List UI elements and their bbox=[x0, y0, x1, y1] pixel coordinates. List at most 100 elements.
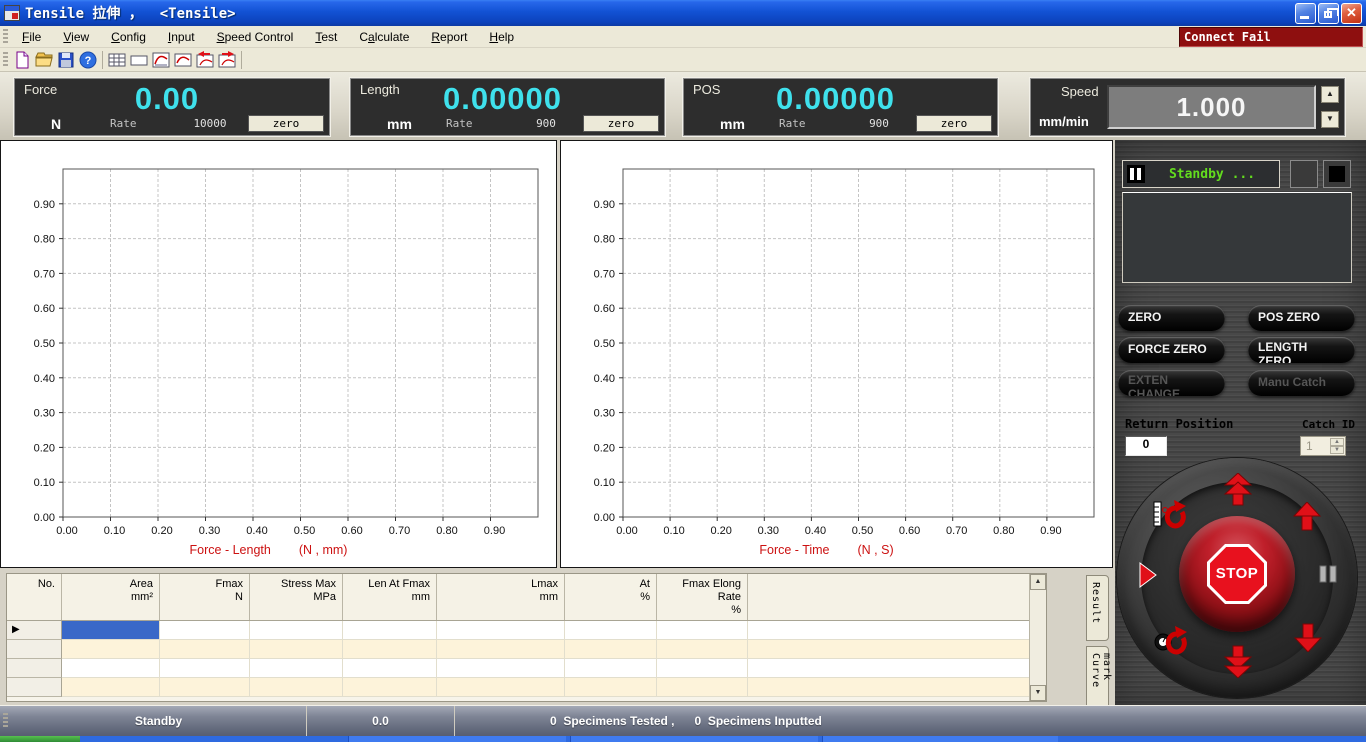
scroll-up-button[interactable]: ▲ bbox=[1030, 574, 1046, 590]
toolbar-grip[interactable] bbox=[3, 51, 8, 68]
pos-zero-button[interactable]: zero bbox=[916, 115, 992, 132]
message-area bbox=[1122, 192, 1352, 283]
length-zero-button[interactable]: zero bbox=[583, 115, 659, 132]
exten-change-button[interactable]: EXTEN CHANGE bbox=[1118, 370, 1225, 396]
row-header[interactable] bbox=[7, 659, 62, 678]
table-cell[interactable] bbox=[343, 678, 437, 697]
curve-prev-icon[interactable] bbox=[194, 49, 216, 71]
row-header[interactable]: ▶ bbox=[7, 621, 62, 640]
table-cell[interactable] bbox=[657, 621, 748, 640]
table-row bbox=[7, 659, 1046, 678]
table-cell[interactable] bbox=[62, 621, 160, 640]
results-scrollbar[interactable]: ▲ ▼ bbox=[1029, 574, 1046, 701]
table-cell[interactable] bbox=[343, 640, 437, 659]
catch-id-up-button[interactable]: ▲ bbox=[1330, 438, 1344, 446]
data-table-icon[interactable] bbox=[106, 49, 128, 71]
table-cell[interactable] bbox=[657, 659, 748, 678]
table-cell[interactable] bbox=[565, 640, 657, 659]
taskbar-item[interactable] bbox=[348, 736, 566, 742]
app-icon bbox=[4, 5, 20, 21]
table-cell[interactable] bbox=[343, 621, 437, 640]
menu-test[interactable]: Test bbox=[304, 27, 348, 47]
table-cell[interactable] bbox=[657, 678, 748, 697]
length-zero-button[interactable]: LENGTH ZERO bbox=[1248, 337, 1355, 363]
pause-right-icon[interactable] bbox=[1318, 565, 1340, 588]
table-cell[interactable] bbox=[160, 678, 250, 697]
speed-value-box[interactable]: 1.000 bbox=[1107, 85, 1316, 129]
table-cell[interactable] bbox=[343, 659, 437, 678]
menu-speed-control[interactable]: Speed Control bbox=[206, 27, 305, 47]
table-cell[interactable] bbox=[250, 678, 343, 697]
menu-calculate[interactable]: Calculate bbox=[348, 27, 420, 47]
run-left-button[interactable] bbox=[1137, 562, 1159, 593]
stop-indicator-box[interactable] bbox=[1323, 160, 1351, 188]
zero-button[interactable]: ZERO bbox=[1118, 305, 1225, 331]
catch-id-down-button[interactable]: ▼ bbox=[1330, 446, 1344, 454]
table-cell[interactable] bbox=[250, 640, 343, 659]
catch-id-value: 1 bbox=[1306, 439, 1313, 453]
return-position-input[interactable]: 0 bbox=[1125, 436, 1167, 456]
table-cell[interactable] bbox=[565, 678, 657, 697]
table-cell[interactable] bbox=[160, 640, 250, 659]
fast-up-button[interactable] bbox=[1222, 472, 1254, 514]
table-cell[interactable] bbox=[657, 640, 748, 659]
pos-zero-button[interactable]: POS ZERO bbox=[1248, 305, 1355, 331]
menu-report[interactable]: Report bbox=[420, 27, 478, 47]
table-cell[interactable] bbox=[62, 678, 160, 697]
table-cell[interactable] bbox=[437, 678, 565, 697]
close-button[interactable]: ✕ bbox=[1341, 3, 1362, 24]
up-button[interactable] bbox=[1292, 501, 1322, 537]
new-file-icon[interactable] bbox=[11, 49, 33, 71]
menu-help[interactable]: Help bbox=[478, 27, 525, 47]
table-cell[interactable] bbox=[160, 659, 250, 678]
menu-input[interactable]: Input bbox=[157, 27, 206, 47]
table-cell[interactable] bbox=[250, 621, 343, 640]
table-cell-filler[interactable] bbox=[748, 659, 1046, 678]
manu-catch-button[interactable]: Manu Catch bbox=[1248, 370, 1355, 396]
curve-next-icon[interactable] bbox=[216, 49, 238, 71]
table-cell[interactable] bbox=[565, 621, 657, 640]
open-file-icon[interactable] bbox=[33, 49, 55, 71]
menu-config[interactable]: Config bbox=[100, 27, 157, 47]
table-cell[interactable] bbox=[437, 621, 565, 640]
indicator-box[interactable] bbox=[1290, 160, 1318, 188]
start-button-edge[interactable] bbox=[0, 736, 80, 742]
taskbar-item[interactable] bbox=[822, 736, 1058, 742]
scroll-down-button[interactable]: ▼ bbox=[1030, 685, 1046, 701]
row-header[interactable] bbox=[7, 678, 62, 697]
minimize-button[interactable] bbox=[1295, 3, 1316, 24]
curve-small-icon[interactable] bbox=[172, 49, 194, 71]
table-cell[interactable] bbox=[437, 640, 565, 659]
length-return-button[interactable] bbox=[1151, 498, 1187, 535]
blank-report-icon[interactable] bbox=[128, 49, 150, 71]
force-zero-button[interactable]: FORCE ZERO bbox=[1118, 337, 1225, 363]
table-cell-filler[interactable] bbox=[748, 640, 1046, 659]
curve-view-icon[interactable] bbox=[150, 49, 172, 71]
help-icon[interactable]: ? bbox=[77, 49, 99, 71]
table-cell[interactable] bbox=[250, 659, 343, 678]
speed-increase-button[interactable]: ▲ bbox=[1321, 86, 1339, 103]
down-button[interactable] bbox=[1293, 622, 1323, 657]
restore-button[interactable] bbox=[1318, 3, 1339, 24]
column-header-len-at-fmax: Len At Fmax mm bbox=[343, 574, 437, 620]
table-cell[interactable] bbox=[160, 621, 250, 640]
force-zero-button[interactable]: zero bbox=[248, 115, 324, 132]
column-header-stress-max: Stress Max MPa bbox=[250, 574, 343, 620]
table-cell-filler[interactable] bbox=[748, 678, 1046, 697]
tab-result[interactable]: Result bbox=[1086, 575, 1109, 641]
save-file-icon[interactable] bbox=[55, 49, 77, 71]
menu-file[interactable]: File bbox=[11, 27, 52, 47]
table-cell[interactable] bbox=[565, 659, 657, 678]
menu-view[interactable]: View bbox=[52, 27, 100, 47]
table-cell-filler[interactable] bbox=[748, 621, 1046, 640]
table-cell[interactable] bbox=[437, 659, 565, 678]
menu-grip[interactable] bbox=[3, 28, 8, 45]
gauge-return-button[interactable] bbox=[1153, 624, 1189, 661]
taskbar-item[interactable] bbox=[570, 736, 818, 742]
fast-down-button[interactable] bbox=[1222, 642, 1254, 683]
table-cell[interactable] bbox=[62, 659, 160, 678]
speed-decrease-button[interactable]: ▼ bbox=[1321, 111, 1339, 128]
table-cell[interactable] bbox=[62, 640, 160, 659]
stop-dome-button[interactable]: STOP bbox=[1179, 516, 1295, 632]
row-header[interactable] bbox=[7, 640, 62, 659]
